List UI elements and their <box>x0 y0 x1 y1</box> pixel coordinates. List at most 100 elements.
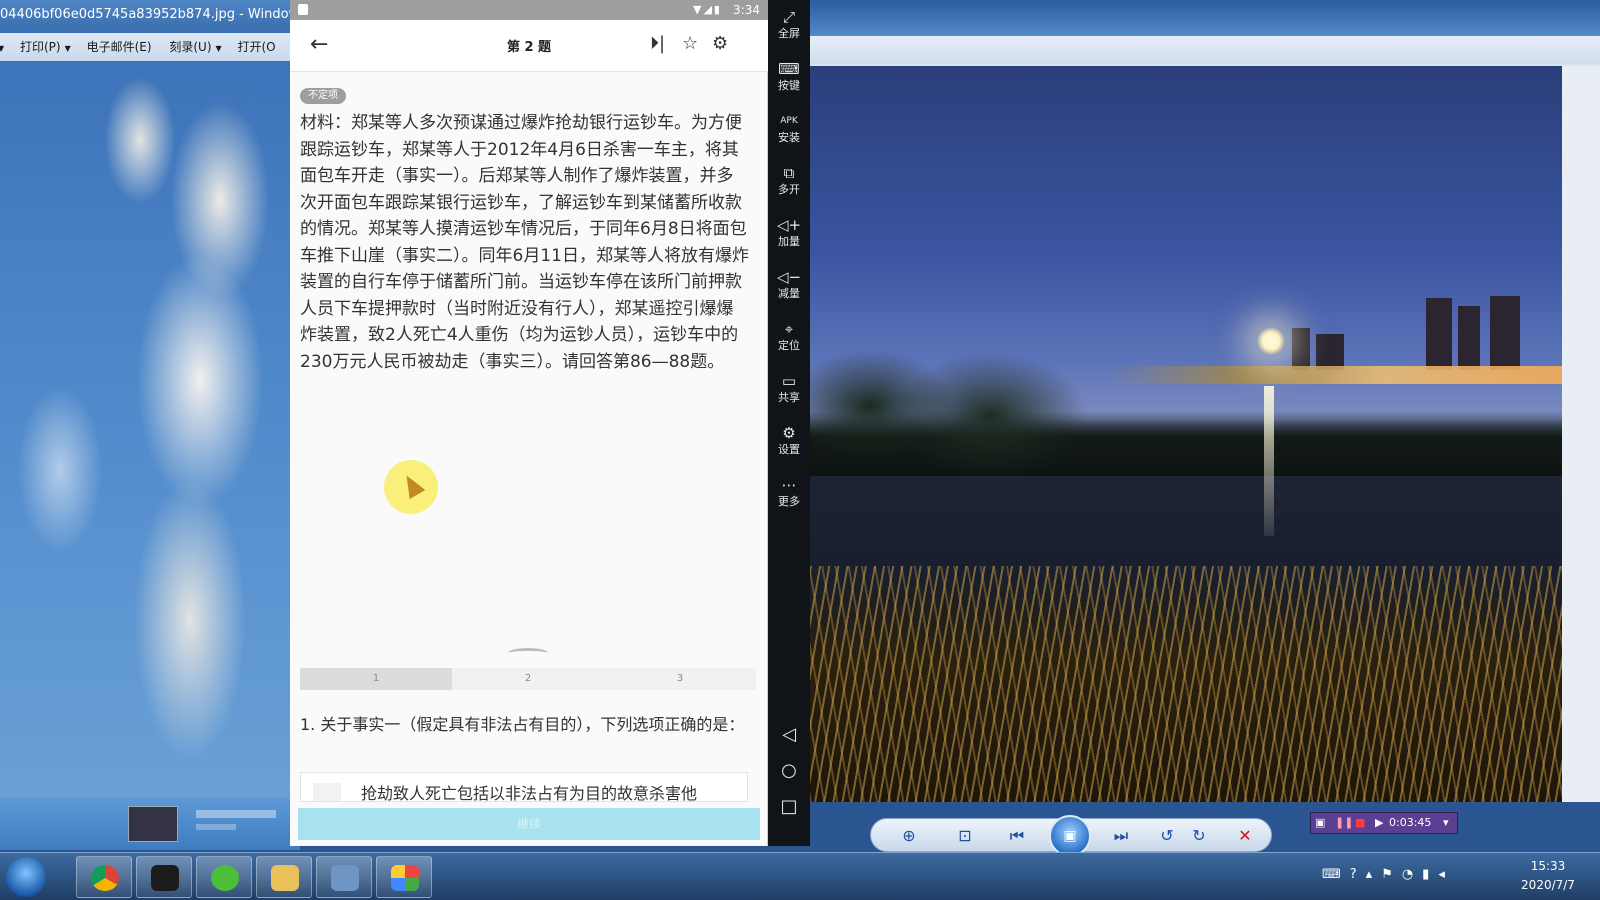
fit-window-icon[interactable]: ⊡ <box>953 824 977 848</box>
chevron-down-icon[interactable]: ▼ <box>0 44 4 53</box>
skip-icon[interactable]: ⏵| <box>650 33 665 54</box>
taskbar-emulator[interactable] <box>376 856 432 898</box>
screen-recorder-widget: ▣ ❚❚ ■ ▶ 0:03:45 ▾ <box>1310 812 1458 834</box>
night-lake-photo <box>810 66 1562 802</box>
more-icon: ⋯ <box>781 476 797 494</box>
bird-app-icon <box>151 865 179 891</box>
tab-3[interactable]: 3 <box>604 668 756 690</box>
sidebar-item-volume-up[interactable]: ◁+ 加量 <box>768 216 810 250</box>
sidebar-label: 定位 <box>778 339 800 352</box>
option-marker <box>313 783 341 801</box>
sidebar-item-multi[interactable]: ⧉ 多开 <box>768 164 810 198</box>
rotate-right-icon[interactable]: ↻ <box>1187 824 1211 848</box>
drag-handle[interactable] <box>508 648 548 658</box>
location-pin-icon: ⌖ <box>784 320 794 338</box>
pause-icon[interactable]: ❚❚ <box>1335 813 1353 833</box>
menu-open[interactable]: 打开(O <box>238 40 276 54</box>
option-text: 抢劫致人死亡包括以非法占有为目的故意杀害他 <box>361 784 698 802</box>
android-recents-icon[interactable]: □ <box>768 796 810 817</box>
reeds <box>810 566 1562 802</box>
star-icon[interactable]: ☆ <box>682 33 698 54</box>
chevron-down-icon[interactable]: ▼ <box>216 44 222 53</box>
continue-button[interactable]: 继续 <box>298 808 760 840</box>
sidebar-label: 共享 <box>778 391 800 404</box>
emulator-icon <box>391 865 419 891</box>
sidebar-label: 设置 <box>778 443 800 456</box>
system-tray[interactable]: ⌨?▴⚑◔▮◂ <box>1322 867 1454 882</box>
viewer-toolbar: ⊕ ⊡ ⏮ ▣ ⏭ ↺ ↻ ✕ <box>870 815 1272 857</box>
sidebar-item-keymap[interactable]: ⌨ 按键 <box>768 60 810 94</box>
tab-2[interactable]: 2 <box>452 668 604 690</box>
taskbar-chrome[interactable] <box>76 856 132 898</box>
sidebar-label: 安装 <box>778 131 800 144</box>
app-bar: ← 第 2 题 ⏵| ☆ ⚙ <box>290 20 768 72</box>
taskbar-app-bird[interactable] <box>136 856 192 898</box>
rotate-left-icon[interactable]: ↺ <box>1155 824 1179 848</box>
menu-burn[interactable]: 刻录(U) <box>169 40 211 54</box>
taskbar-explorer[interactable] <box>256 856 312 898</box>
menu-print[interactable]: 打印(P) <box>20 40 61 54</box>
clock[interactable]: 15:33 2020/7/7 <box>1508 857 1588 895</box>
recorder-icon[interactable]: ▣ <box>1315 813 1325 833</box>
viewer-menu-bar-right <box>810 36 1600 64</box>
sub-question-tabs: 1 2 3 <box>300 668 756 690</box>
building <box>1426 298 1452 370</box>
zoom-icon[interactable]: ⊕ <box>897 824 921 848</box>
gear-icon: ⚙ <box>782 424 796 442</box>
taskbar-photo-viewer[interactable] <box>316 856 372 898</box>
delete-icon[interactable]: ✕ <box>1233 824 1257 848</box>
sidebar-item-volume-down[interactable]: ◁− 减量 <box>768 268 810 302</box>
slideshow-button[interactable]: ▣ <box>1049 815 1091 857</box>
volume-up-icon: ◁+ <box>776 216 802 234</box>
sidebar-item-settings[interactable]: ⚙ 设置 <box>768 424 810 458</box>
gear-icon[interactable]: ⚙ <box>712 33 728 54</box>
question-type-badge: 不定项 <box>300 88 346 104</box>
viewer-title-bar: 04406bf06e0d5745a83952b874.jpg - Windows… <box>0 0 300 30</box>
previous-icon[interactable]: ⏮ <box>1005 824 1029 848</box>
sidebar-item-location[interactable]: ⌖ 定位 <box>768 320 810 354</box>
photo-viewer-icon <box>331 865 359 891</box>
chevron-down-icon[interactable]: ▾ <box>1443 813 1449 833</box>
stop-icon[interactable]: ■ <box>1355 813 1365 833</box>
answer-option-a[interactable]: 抢劫致人死亡包括以非法占有为目的故意杀害他 <box>300 772 748 802</box>
menu-email[interactable]: 电子邮件(E) <box>87 40 152 54</box>
tab-1[interactable]: 1 <box>300 668 452 690</box>
viewer-title: 04406bf06e0d5745a83952b874.jpg - Windows… <box>0 7 300 22</box>
viewer-thumbnail-strip <box>0 798 300 850</box>
volume-down-icon: ◁− <box>776 268 802 286</box>
question-text: 1. 关于事实一（假定具有非法占有目的），下列选项正确的是： <box>300 715 745 734</box>
viewer-menu-bar: ▼ 打印(P) ▼ 电子邮件(E) 刻录(U) ▼ 打开(O <box>0 33 300 61</box>
keyboard-icon: ⌨ <box>778 60 800 78</box>
sidebar-label: 加量 <box>778 235 800 248</box>
chrome-icon <box>91 865 119 891</box>
moon <box>1256 326 1286 356</box>
building <box>1490 296 1520 370</box>
sidebar-item-more[interactable]: ⋯ 更多 <box>768 476 810 510</box>
sidebar-label: 减量 <box>778 287 800 300</box>
play-icon[interactable]: ▶ <box>1375 813 1383 833</box>
recorder-time: 0:03:45 <box>1389 816 1432 829</box>
windows-taskbar: ⌨?▴⚑◔▮◂ 15:33 2020/7/7 <box>0 852 1600 900</box>
apk-icon: APK <box>780 116 798 126</box>
android-back-icon[interactable]: ◁ <box>768 724 810 745</box>
sidebar-item-fullscreen[interactable]: ⤢ 全屏 <box>768 8 810 42</box>
sidebar-item-share[interactable]: ▭ 共享 <box>768 372 810 406</box>
folder-icon: ▭ <box>781 372 797 390</box>
clock-date: 2020/7/7 <box>1521 878 1575 892</box>
sidebar-item-install[interactable]: APK 安装 <box>768 112 810 146</box>
sidebar-label: 更多 <box>778 495 800 508</box>
chevron-down-icon[interactable]: ▼ <box>65 44 71 53</box>
folder-icon <box>271 865 299 891</box>
sidebar-label: 多开 <box>778 183 800 196</box>
android-home-icon[interactable]: ○ <box>768 760 810 781</box>
building <box>1458 306 1480 370</box>
notification-icon <box>298 4 308 15</box>
thumbnail[interactable] <box>128 806 178 842</box>
next-icon[interactable]: ⏭ <box>1109 824 1133 848</box>
thumbnail-caption <box>196 810 276 818</box>
case-material-text: 材料：郑某等人多次预谋通过爆炸抢劫银行运钞车。为方便跟踪运钞车，郑某等人于201… <box>300 113 749 372</box>
thumbnail-caption <box>196 824 236 830</box>
taskbar-wechat[interactable] <box>196 856 252 898</box>
start-button[interactable] <box>6 857 46 897</box>
moon-reflection <box>1264 386 1274 536</box>
